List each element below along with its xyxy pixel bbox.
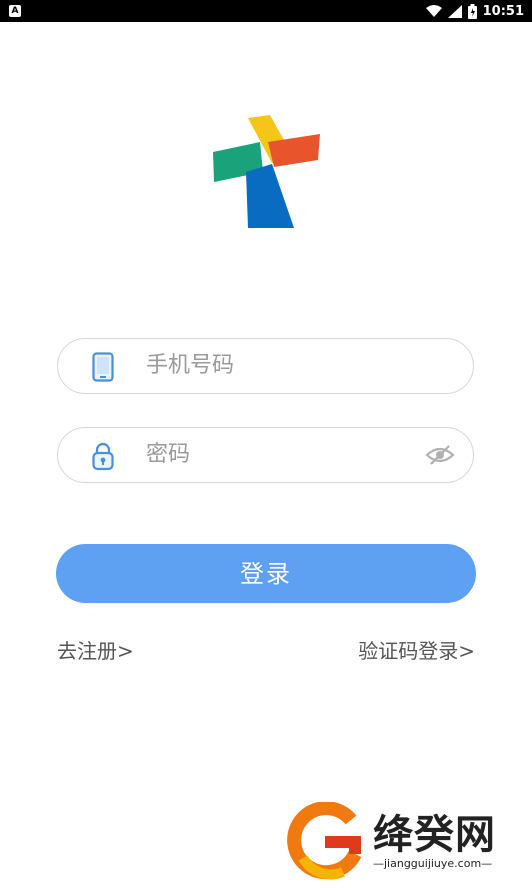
watermark: 绛癸网 —jiangguijiuye.com— [285,800,525,884]
password-input[interactable] [146,428,406,481]
eye-hidden-icon[interactable] [425,444,455,466]
app-logo [213,115,320,228]
status-icons: 10:51 [425,0,524,22]
login-button[interactable]: 登录 [56,544,476,603]
watermark-logo-icon [287,802,362,880]
sms-login-link[interactable]: 验证码登录> [358,635,475,664]
watermark-subtitle: —jiangguijiuye.com— [373,857,493,870]
phone-input[interactable] [146,339,406,392]
status-time: 10:51 [482,3,524,19]
password-field[interactable] [57,427,474,483]
signal-icon [447,4,462,18]
wifi-icon [425,4,442,17]
notification-icon: A [9,5,21,17]
lock-icon [92,442,114,471]
phone-field[interactable] [57,338,474,394]
phone-icon [92,352,114,382]
status-bar: A 10:51 [0,0,532,22]
register-link[interactable]: 去注册> [57,635,134,664]
watermark-title: 绛癸网 [373,812,496,858]
battery-icon [467,3,477,19]
